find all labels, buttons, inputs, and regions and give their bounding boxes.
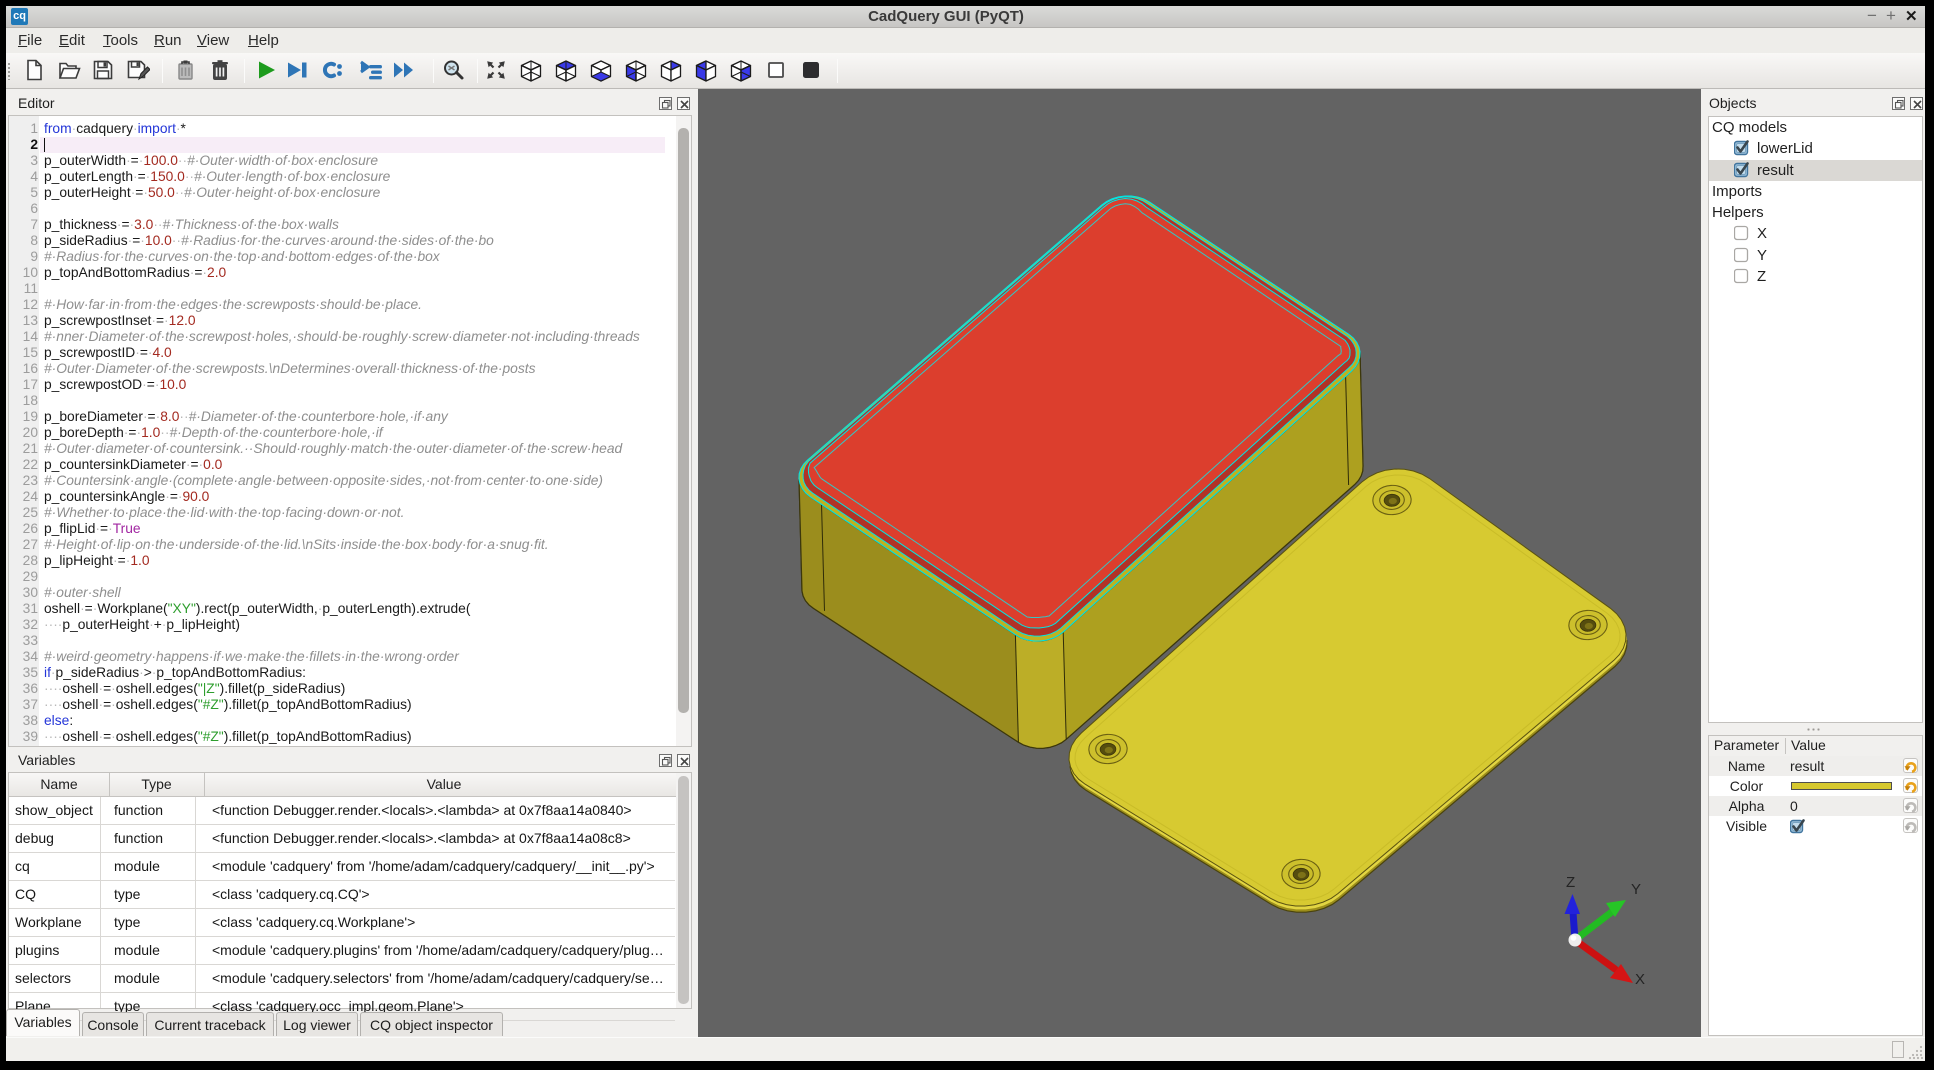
svg-text:X: X	[1635, 971, 1645, 988]
svg-text:Y: Y	[1631, 881, 1641, 898]
svg-text:Z: Z	[1566, 874, 1575, 891]
